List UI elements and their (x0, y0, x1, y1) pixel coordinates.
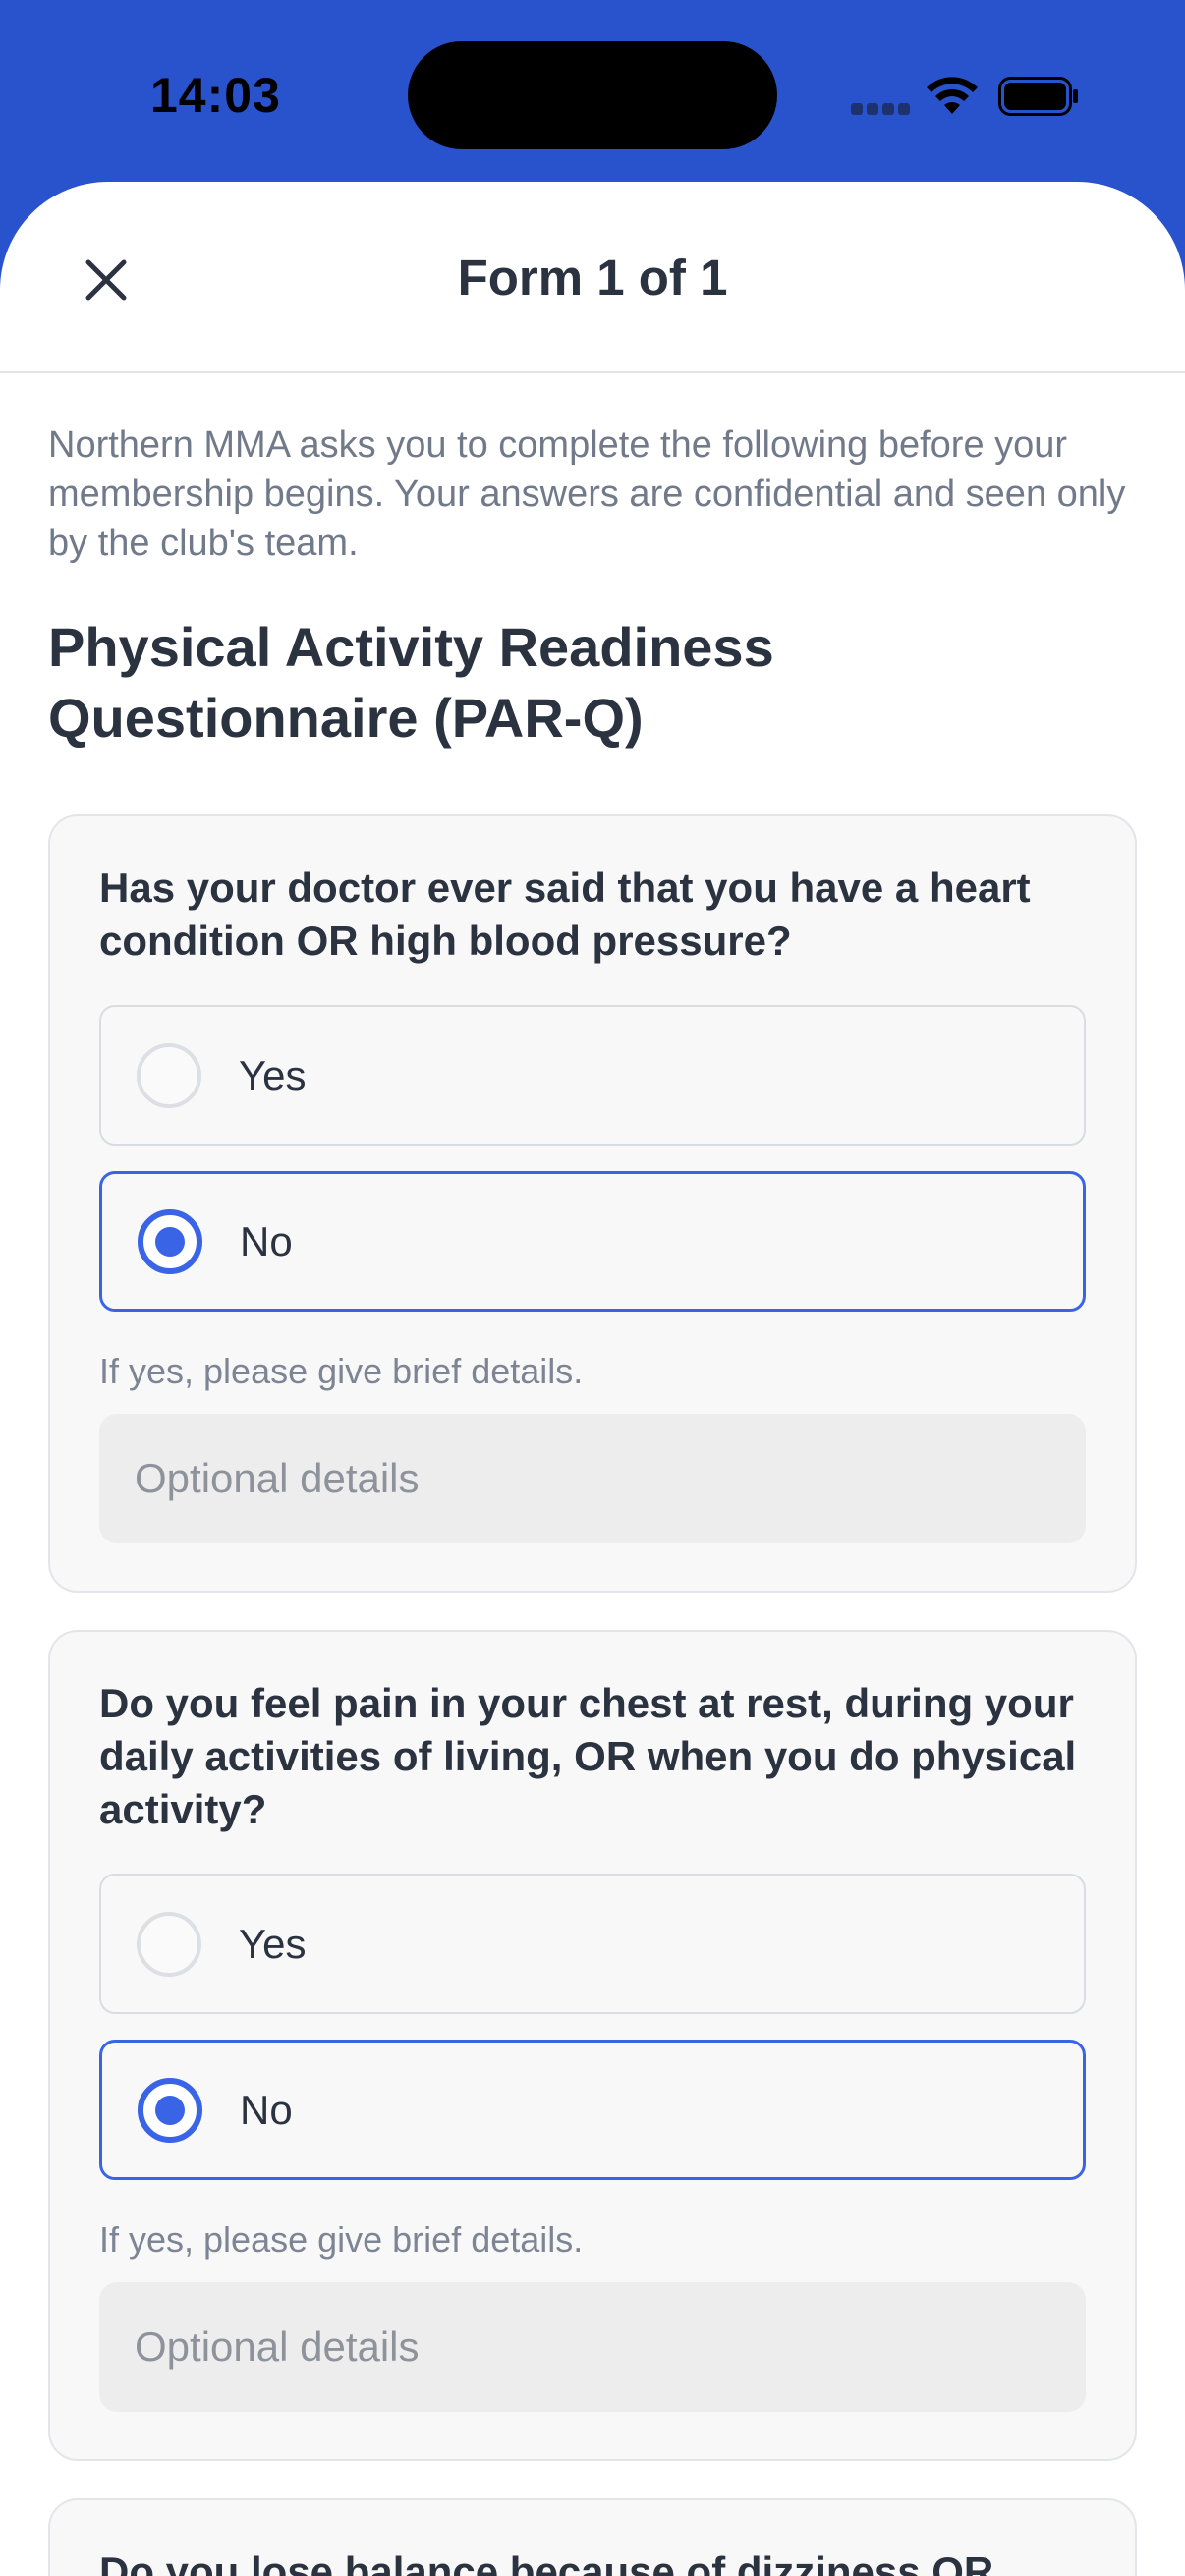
details-hint: If yes, please give brief details. (99, 1351, 584, 1391)
option-yes[interactable]: Yes (99, 1005, 1086, 1146)
option-no[interactable]: No (99, 1171, 1086, 1312)
option-no[interactable]: No (99, 2040, 1086, 2180)
form-sheet: Form 1 of 1 Northern MMA asks you to com… (0, 182, 1185, 2576)
question-card: Do you lose balance because of dizziness… (48, 2498, 1137, 2576)
radio-button-selected[interactable] (138, 1208, 202, 1274)
question-text: Do you feel pain in your chest at rest, … (99, 1680, 1077, 1832)
option-yes[interactable]: Yes (99, 1874, 1086, 2014)
wifi-icon (927, 77, 978, 114)
option-label: Yes (239, 1920, 307, 1967)
radio-button-selected[interactable] (138, 2077, 202, 2143)
page-title: Form 1 of 1 (457, 250, 728, 306)
radio-button[interactable] (137, 1042, 201, 1108)
question-text: Has your doctor ever said that you have … (99, 865, 1031, 964)
dynamic-island (408, 41, 777, 149)
intro-text: Northern MMA asks you to complete the fo… (48, 424, 1126, 564)
sheet-header: Form 1 of 1 (0, 182, 1185, 373)
question-card: Has your doctor ever said that you have … (48, 814, 1137, 1593)
option-label: No (240, 1217, 293, 1264)
cellular-signal-icon (851, 102, 914, 120)
section-title: Physical Activity Readiness Questionnair… (48, 616, 774, 749)
details-hint: If yes, please give brief details. (99, 2219, 584, 2260)
battery-icon (998, 77, 1078, 116)
question-card: Do you feel pain in your chest at rest, … (48, 1630, 1137, 2461)
details-input[interactable] (99, 1414, 1086, 1543)
question-text: Do you lose balance because of dizziness… (99, 2548, 994, 2576)
status-bar: 14:03 (0, 0, 1185, 187)
details-input[interactable] (99, 2282, 1086, 2412)
status-time: 14:03 (150, 68, 281, 123)
radio-button[interactable] (137, 1911, 201, 1977)
form-content: Northern MMA asks you to complete the fo… (0, 420, 1185, 2576)
option-label: Yes (239, 1051, 307, 1098)
option-label: No (240, 2086, 293, 2133)
